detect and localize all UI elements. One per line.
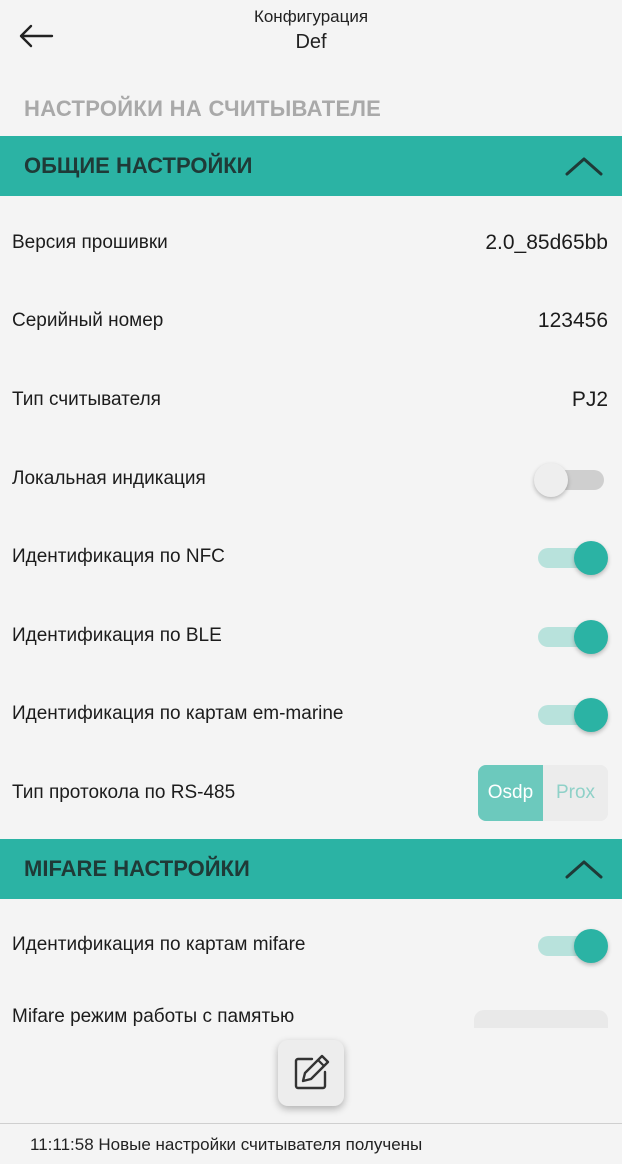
toggle-knob: [574, 929, 608, 963]
section-general-title: ОБЩИЕ НАСТРОЙКИ: [24, 153, 253, 178]
app-header: Конфигурация Def: [0, 0, 622, 80]
row-serial: Серийный номер 123456: [0, 282, 622, 360]
em-marine-label: Идентификация по картам em-marine: [12, 703, 344, 724]
row-local-indication: Локальная индикация: [0, 440, 622, 518]
serial-value: 123456: [537, 309, 608, 332]
toggle-knob: [574, 698, 608, 732]
mifare-id-label: Идентификация по картам mifare: [12, 934, 306, 955]
nfc-label: Идентификация по NFC: [12, 546, 225, 567]
row-ble: Идентификация по BLE: [0, 597, 622, 675]
row-mifare-memory-mode: Mifare режим работы с памятью: [0, 1004, 622, 1028]
row-reader-type: Тип считывателя PJ2: [0, 361, 622, 439]
mifare-memory-mode-selector[interactable]: [474, 1010, 608, 1028]
chevron-up-icon[interactable]: [554, 839, 614, 899]
title-block: Конфигурация Def: [0, 6, 622, 56]
ble-toggle[interactable]: [534, 616, 608, 656]
rs485-protocol-selector[interactable]: Osdp Prox: [478, 765, 608, 821]
row-mifare-id: Идентификация по картам mifare: [0, 906, 622, 984]
em-marine-toggle[interactable]: [534, 694, 608, 734]
section-general-header[interactable]: ОБЩИЕ НАСТРОЙКИ: [0, 136, 622, 196]
firmware-label: Версия прошивки: [12, 232, 168, 253]
reader-type-value: PJ2: [571, 388, 608, 411]
toggle-knob: [574, 620, 608, 654]
local-indication-label: Локальная индикация: [12, 468, 206, 489]
reader-type-label: Тип считывателя: [12, 389, 161, 410]
row-em-marine: Идентификация по картам em-marine: [0, 675, 622, 753]
serial-label: Серийный номер: [12, 310, 164, 331]
toggle-knob: [534, 463, 568, 497]
status-divider: [0, 1123, 622, 1124]
ble-label: Идентификация по BLE: [12, 625, 222, 646]
rs485-label: Тип протокола по RS-485: [12, 782, 236, 803]
section-mifare-header[interactable]: MIFARE НАСТРОЙКИ: [0, 839, 622, 899]
row-firmware: Версия прошивки 2.0_85d65bb: [0, 204, 622, 282]
status-message: 11:11:58 Новые настройки считывателя пол…: [30, 1135, 423, 1154]
row-nfc: Идентификация по NFC: [0, 518, 622, 596]
toggle-knob: [574, 541, 608, 575]
chevron-up-icon[interactable]: [554, 136, 614, 196]
edit-icon: [294, 1054, 330, 1090]
mifare-id-toggle[interactable]: [534, 925, 608, 965]
edit-button[interactable]: [278, 1040, 344, 1106]
mifare-memory-mode-label: Mifare режим работы с памятью: [12, 1006, 295, 1027]
page-title: Конфигурация: [253, 7, 369, 26]
section-mifare-title: MIFARE НАСТРОЙКИ: [24, 856, 250, 881]
firmware-value: 2.0_85d65bb: [485, 231, 608, 254]
page-heading: НАСТРОЙКИ НА СЧИТЫВАТЕЛЕ: [24, 96, 382, 121]
local-indication-toggle[interactable]: [534, 459, 608, 499]
segment-osdp[interactable]: Osdp: [478, 765, 543, 821]
segment-prox[interactable]: Prox: [543, 765, 608, 821]
config-name: Def: [295, 31, 327, 53]
row-rs485: Тип протокола по RS-485 Osdp Prox: [0, 754, 622, 832]
nfc-toggle[interactable]: [534, 537, 608, 577]
